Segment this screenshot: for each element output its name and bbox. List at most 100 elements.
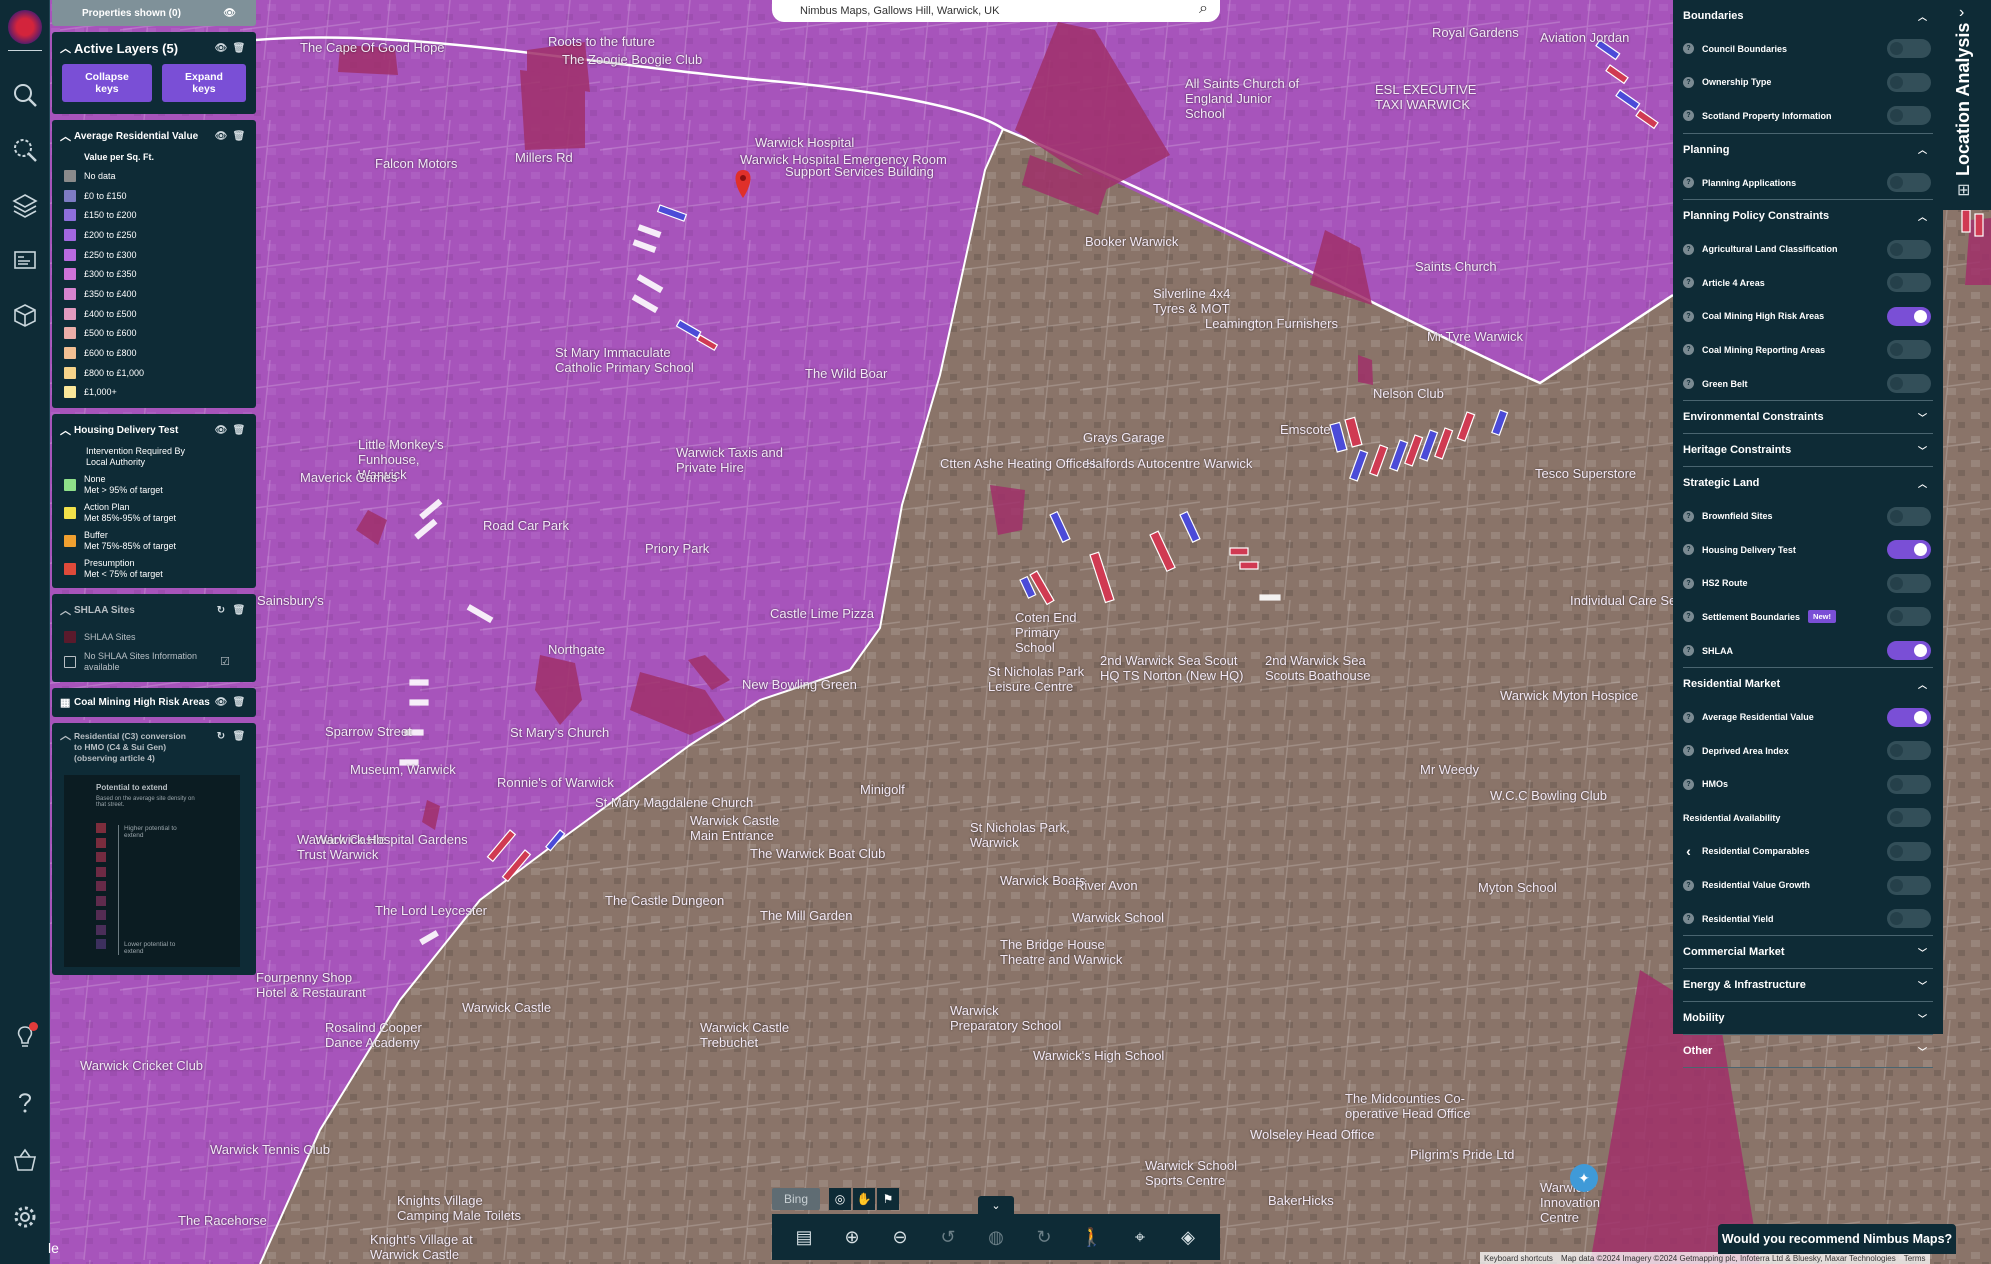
avg-residential-value-header[interactable]: ︿ Average Residential Value 👁 🗑 [52, 120, 256, 152]
chevron-up-icon[interactable]: ︿ [60, 731, 74, 742]
info-icon[interactable]: ? [1683, 510, 1694, 522]
refresh-icon[interactable]: ↻ [212, 731, 230, 742]
nimbus-logo[interactable] [8, 10, 42, 44]
eye-icon[interactable]: 👁 [223, 8, 236, 19]
properties-shown-bar[interactable]: Properties shown (0) 👁 [52, 0, 256, 26]
section-header[interactable]: Strategic Land ︿ [1683, 467, 1933, 499]
layer-toggle-switch[interactable] [1887, 607, 1931, 627]
layer-toggle-switch[interactable] [1887, 273, 1931, 293]
layer-toggle-switch[interactable] [1887, 374, 1931, 394]
street-view-pegman-icon[interactable]: 🚶 [1076, 1221, 1108, 1253]
section-header[interactable]: Boundaries ︿ [1683, 0, 1933, 32]
chevron-up-icon[interactable]: ︿ [60, 602, 74, 618]
trash-icon[interactable]: 🗑 [230, 731, 248, 742]
trash-icon[interactable]: 🗑 [230, 131, 248, 142]
layers-icon[interactable] [10, 190, 40, 220]
recommend-survey-button[interactable]: Would you recommend Nimbus Maps? [1718, 1224, 1956, 1254]
info-icon[interactable]: ? [1683, 344, 1694, 356]
layer-toggle-switch[interactable] [1887, 72, 1931, 92]
info-icon[interactable]: ? [1683, 76, 1694, 88]
trash-icon[interactable]: 🗑 [230, 605, 248, 616]
chevron-up-icon[interactable]: ︿ [60, 40, 74, 56]
3d-box-icon[interactable] [10, 300, 40, 330]
pan-hand-icon[interactable]: ✋ [853, 1188, 875, 1210]
analysis-chart-icon[interactable]: ⊞ [1957, 180, 1970, 200]
lightbulb-icon[interactable] [10, 1022, 40, 1052]
chevron-up-icon[interactable]: ︿ [1918, 143, 1927, 156]
layers-stack-icon[interactable]: ◈ [1172, 1221, 1204, 1253]
info-icon[interactable]: ? [1683, 577, 1694, 589]
layer-toggle-switch[interactable] [1887, 741, 1931, 761]
checkbox[interactable] [64, 656, 76, 669]
basket-icon[interactable] [10, 1145, 40, 1175]
chevron-up-icon[interactable]: ︿ [1918, 10, 1927, 23]
zoom-out-icon[interactable]: ⊖ [884, 1221, 916, 1253]
chevron-down-icon[interactable]: ﹀ [1918, 979, 1927, 992]
info-icon[interactable]: ? [1683, 310, 1694, 322]
layer-toggle-switch[interactable] [1887, 173, 1931, 193]
info-icon[interactable]: ? [1683, 544, 1694, 556]
chevron-down-icon[interactable]: ﹀ [1918, 411, 1927, 424]
section-header[interactable]: Other ﹀ [1683, 1035, 1933, 1067]
layer-toggle-switch[interactable] [1887, 106, 1931, 126]
checkbox-checked-icon[interactable]: ☑ [220, 656, 230, 668]
active-layers-header[interactable]: ︿ Active Layers (5) 👁 🗑 [52, 32, 256, 64]
area-search-icon[interactable] [10, 135, 40, 165]
eye-icon[interactable]: 👁 [212, 131, 230, 142]
section-header[interactable]: Commercial Market ﹀ [1683, 936, 1933, 968]
layer-toggle-switch[interactable] [1887, 573, 1931, 593]
search-icon[interactable] [10, 80, 40, 110]
section-header[interactable]: Energy & Infrastructure ﹀ [1683, 969, 1933, 1001]
chevron-up-icon[interactable]: ︿ [1918, 678, 1927, 691]
chevron-down-icon[interactable]: ﹀ [1918, 946, 1927, 959]
search-icon[interactable]: ⌕ [1199, 0, 1208, 18]
location-analysis-tab[interactable]: › Location Analysis ⊞ [1943, 0, 1991, 210]
eye-icon[interactable]: 👁 [212, 697, 230, 708]
section-header[interactable]: Planning Policy Constraints ︿ [1683, 200, 1933, 232]
layer-toggle-switch[interactable] [1887, 39, 1931, 59]
layer-toggle-switch[interactable] [1887, 340, 1931, 360]
report-icon[interactable] [10, 245, 40, 275]
locate-icon[interactable]: ◎ [829, 1188, 851, 1210]
trash-icon[interactable]: 🗑 [230, 425, 248, 436]
layer-toggle-switch[interactable] [1887, 239, 1931, 259]
section-header[interactable]: Environmental Constraints ﹀ [1683, 401, 1933, 433]
info-icon[interactable]: ? [1683, 110, 1694, 122]
terms-link[interactable]: Terms [1904, 1254, 1926, 1263]
housing-delivery-header[interactable]: ︿ Housing Delivery Test 👁 🗑 [52, 414, 256, 446]
expand-keys-button[interactable]: Expand keys [161, 64, 246, 102]
chevron-down-icon[interactable]: ﹀ [1918, 444, 1927, 457]
section-header[interactable]: Residential Market ︿ [1683, 668, 1933, 700]
layer-toggle-switch[interactable] [1887, 540, 1931, 560]
info-icon[interactable]: ? [1683, 277, 1694, 289]
layer-toggle-switch[interactable] [1887, 641, 1931, 661]
layer-toggle-switch[interactable] [1887, 808, 1931, 828]
refresh-icon[interactable]: ↻ [212, 605, 230, 616]
zoom-in-icon[interactable]: ⊕ [836, 1221, 868, 1253]
keyboard-shortcuts-link[interactable]: Keyboard shortcuts [1484, 1254, 1553, 1263]
section-header[interactable]: Planning ︿ [1683, 134, 1933, 166]
globe-icon[interactable]: ◍ [980, 1221, 1012, 1253]
chevron-up-icon[interactable]: ︿ [1918, 210, 1927, 223]
info-icon[interactable]: ? [1683, 611, 1694, 623]
info-icon[interactable]: ? [1683, 243, 1694, 255]
trash-icon[interactable]: 🗑 [230, 43, 248, 54]
collapse-keys-button[interactable]: Collapse keys [62, 64, 152, 102]
search-input[interactable]: Nimbus Maps, Gallows Hill, Warwick, UK [800, 5, 999, 17]
navigation-icon[interactable]: ✦ [1570, 1164, 1598, 1192]
chevron-down-icon[interactable]: ﹀ [1918, 1045, 1927, 1058]
layer-toggle-switch[interactable] [1887, 774, 1931, 794]
layer-toggle-switch[interactable] [1887, 707, 1931, 727]
eye-icon[interactable]: 👁 [212, 425, 230, 436]
layer-toggle-switch[interactable] [1887, 506, 1931, 526]
chevron-down-icon[interactable]: ⌄ [978, 1196, 1014, 1214]
info-icon[interactable]: ? [1683, 43, 1694, 55]
help-icon[interactable] [10, 1087, 40, 1117]
map-type-icon[interactable]: ▤ [788, 1221, 820, 1253]
eye-icon[interactable]: 👁 [212, 43, 230, 54]
map-pin-icon[interactable]: ⌖ [1124, 1221, 1156, 1253]
layer-toggle-switch[interactable] [1887, 909, 1931, 929]
info-icon[interactable]: ? [1683, 711, 1694, 723]
hmo-conversion-header[interactable]: ︿ Residential (C3) conversion to HMO (C4… [52, 723, 256, 772]
chevron-up-icon[interactable]: ︿ [1918, 477, 1927, 490]
